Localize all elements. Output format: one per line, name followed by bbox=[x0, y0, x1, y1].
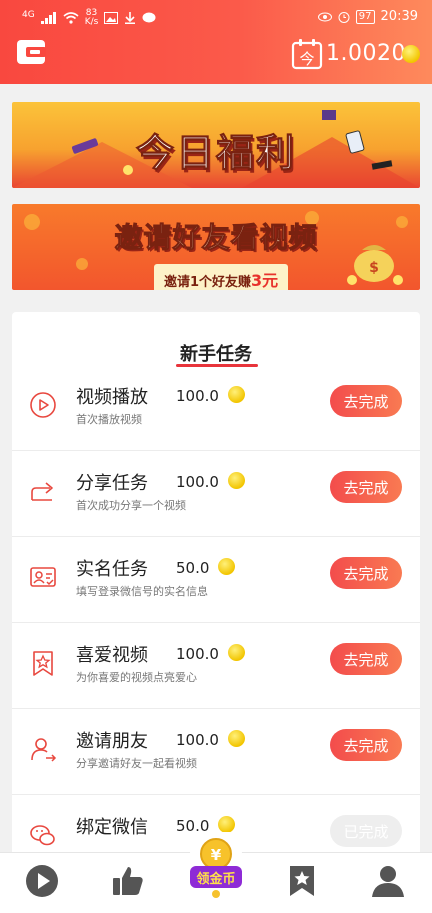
network-speed: 83 K/s bbox=[84, 8, 99, 27]
svg-text:$: $ bbox=[369, 260, 379, 276]
task-reward: 100.0 bbox=[176, 645, 219, 663]
gallery-icon bbox=[104, 12, 119, 24]
nav-thumbs-up-icon[interactable] bbox=[110, 863, 146, 899]
nav-play-icon[interactable] bbox=[24, 863, 60, 899]
download-icon bbox=[125, 12, 136, 24]
task-reward: 100.0 bbox=[176, 387, 219, 405]
task-reward: 100.0 bbox=[176, 473, 219, 491]
wallet-icon[interactable] bbox=[16, 39, 46, 65]
task-name: 邀请朋友 bbox=[76, 731, 148, 752]
task-desc: 首次播放视频 bbox=[76, 413, 142, 426]
coin-balance: 1.0020 bbox=[326, 41, 406, 66]
task-reward: 100.0 bbox=[176, 731, 219, 749]
signal-icon bbox=[40, 12, 56, 24]
task-name: 实名任务 bbox=[76, 559, 148, 580]
go-complete-button[interactable]: 去完成 bbox=[330, 557, 402, 589]
banner-subtitle: 邀请1个好友赚3元 bbox=[154, 264, 289, 290]
share-icon bbox=[31, 482, 53, 501]
svg-text:¥: ¥ bbox=[211, 846, 222, 864]
wifi-icon bbox=[63, 12, 79, 24]
daily-welfare-banner[interactable]: 今日福利 bbox=[12, 102, 420, 188]
nav-bookmark-icon[interactable] bbox=[284, 863, 320, 899]
newbie-task-card: 新手任务 视频播放 100.0 首次播放视频 去完成 分享任务 100.0 首次… bbox=[12, 312, 420, 872]
coin-icon bbox=[218, 558, 235, 575]
completed-button[interactable]: 已完成 bbox=[330, 815, 402, 847]
chat-icon bbox=[142, 12, 156, 23]
add-user-icon bbox=[31, 738, 57, 762]
task-row-invite-friends: 邀请朋友 100.0 分享邀请好友一起看视频 去完成 bbox=[12, 709, 420, 795]
task-row-share: 分享任务 100.0 首次成功分享一个视频 去完成 bbox=[12, 451, 420, 537]
status-bar: 4G 83 K/s 97 20:39 bbox=[0, 0, 432, 34]
checkin-label: 今 bbox=[299, 50, 314, 68]
alarm-icon bbox=[338, 11, 350, 23]
coin-icon bbox=[228, 644, 245, 661]
nav-profile-icon[interactable] bbox=[370, 863, 406, 899]
task-desc: 首次成功分享一个视频 bbox=[76, 499, 186, 512]
task-row-video-play: 视频播放 100.0 首次播放视频 去完成 bbox=[12, 365, 420, 451]
go-complete-button[interactable]: 去完成 bbox=[330, 729, 402, 761]
network-type: 4G bbox=[22, 10, 35, 20]
id-card-icon bbox=[30, 567, 56, 587]
bookmark-star-icon bbox=[33, 651, 53, 676]
status-time: 20:39 bbox=[380, 9, 418, 24]
daily-checkin-icon[interactable]: 今 bbox=[291, 38, 323, 70]
task-name: 绑定微信 bbox=[76, 817, 148, 838]
app-header: 4G 83 K/s 97 20:39 今 1.0020 bbox=[0, 0, 432, 84]
task-desc: 为你喜爱的视频点亮爱心 bbox=[76, 671, 197, 684]
banner-title: 邀请好友看视频 bbox=[114, 221, 318, 255]
banner-title: 今日福利 bbox=[135, 131, 296, 176]
task-desc: 分享邀请好友一起看视频 bbox=[76, 757, 197, 770]
collect-coin-button[interactable]: ¥ 领金币 bbox=[184, 832, 248, 900]
collect-coin-label: 领金币 bbox=[196, 871, 235, 887]
invite-friends-banner[interactable]: $ 邀请好友看视频 邀请1个好友赚3元 bbox=[12, 204, 420, 290]
task-name: 视频播放 bbox=[76, 387, 148, 408]
play-circle-icon bbox=[30, 392, 56, 418]
go-complete-button[interactable]: 去完成 bbox=[330, 385, 402, 417]
task-name: 分享任务 bbox=[76, 473, 148, 494]
coin-icon bbox=[228, 730, 245, 747]
wechat-icon bbox=[30, 825, 55, 846]
task-reward: 50.0 bbox=[176, 559, 210, 577]
coin-icon bbox=[228, 472, 245, 489]
coin-icon bbox=[402, 45, 420, 63]
task-name: 喜爱视频 bbox=[76, 645, 148, 666]
coin-icon bbox=[228, 386, 245, 403]
task-row-favorite-video: 喜爱视频 100.0 为你喜爱的视频点亮爱心 去完成 bbox=[12, 623, 420, 709]
go-complete-button[interactable]: 去完成 bbox=[330, 471, 402, 503]
task-desc: 填写登录微信号的实名信息 bbox=[76, 585, 208, 598]
eye-icon bbox=[317, 12, 332, 21]
task-row-real-name: 实名任务 50.0 填写登录微信号的实名信息 去完成 bbox=[12, 537, 420, 623]
coin-icon bbox=[218, 816, 235, 833]
go-complete-button[interactable]: 去完成 bbox=[330, 643, 402, 675]
section-title: 新手任务 bbox=[180, 344, 252, 365]
battery-level: 97 bbox=[355, 9, 375, 24]
